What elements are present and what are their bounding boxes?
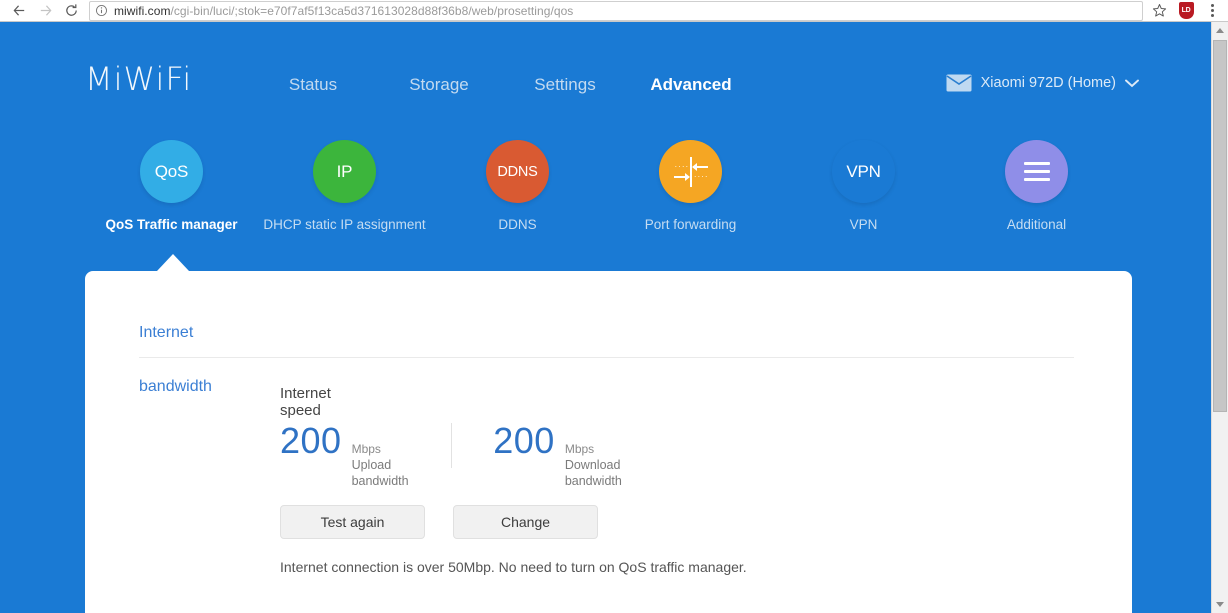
icon-nav-item-additional[interactable]: Additional [950, 140, 1123, 232]
envelope-icon[interactable] [946, 74, 972, 92]
back-arrow-icon [13, 5, 25, 16]
icon-nav-label-additional: Additional [1006, 217, 1067, 232]
account-menu[interactable]: Xiaomi 972D (Home) [946, 74, 1139, 92]
url-path: /cgi-bin/luci/;stok=e70f7af5f13ca5d37161… [170, 3, 574, 18]
download-bandwidth-units: Mbps Download bandwidth [565, 440, 622, 489]
section-divider [139, 357, 1074, 358]
reload-button[interactable] [59, 1, 84, 21]
port-forward-dots: ···· [674, 161, 690, 171]
menu-dot [1210, 4, 1214, 7]
vpn-badge-label: VPN [846, 161, 881, 181]
miwifi-page: MiWiFi Status Storage Settings Advanced … [0, 22, 1211, 613]
icon-nav-item-qos[interactable]: QoS QoS Traffic manager [85, 140, 258, 232]
hamburger-icon [1023, 162, 1050, 181]
hamburger-line [1023, 178, 1050, 181]
nav-item-advanced[interactable]: Advanced [628, 75, 754, 95]
download-bandwidth-value: 200 [493, 420, 555, 461]
forward-button[interactable] [33, 1, 58, 21]
miwifi-logo[interactable]: MiWiFi [85, 60, 192, 98]
nav-item-storage[interactable]: Storage [376, 75, 502, 95]
nav-item-status[interactable]: Status [250, 75, 376, 95]
browser-toolbar: miwifi.com/cgi-bin/luci/;stok=e70f7af5f1… [0, 0, 1228, 22]
reload-icon [66, 4, 77, 16]
icon-nav-item-port-forwarding[interactable]: ···· ···· Port forwarding [604, 140, 777, 232]
menu-dot [1210, 14, 1214, 17]
main-navigation: Status Storage Settings Advanced [250, 75, 754, 95]
internet-speed-heading: Internet speed [280, 385, 331, 419]
side-label-bandwidth: bandwidth [139, 378, 212, 395]
hamburger-line [1023, 170, 1050, 173]
port-forward-bar [689, 156, 692, 187]
icon-nav-label-vpn: VPN [849, 217, 878, 232]
upload-unit: Mbps [351, 442, 381, 456]
scrollbar-up-button[interactable] [1212, 22, 1228, 39]
advanced-icon-nav: QoS QoS Traffic manager IP DHCP static I… [0, 140, 1135, 232]
menu-dot [1210, 9, 1214, 12]
nav-item-settings[interactable]: Settings [502, 75, 628, 95]
account-name: Xiaomi 972D (Home) [980, 75, 1116, 91]
connection-note: Internet connection is over 50Mbp. No ne… [280, 559, 747, 575]
scroll-down-arrow-icon [1216, 602, 1224, 607]
download-caption: Download bandwidth [564, 458, 622, 488]
icon-nav-label-dhcp: DHCP static IP assignment [263, 217, 426, 232]
qos-badge-icon: QoS [140, 140, 203, 203]
icon-nav-item-dhcp[interactable]: IP DHCP static IP assignment [258, 140, 431, 232]
speed-action-buttons: Test again Change [280, 505, 598, 539]
qos-badge-label: QoS [154, 161, 189, 181]
hamburger-line [1023, 162, 1050, 165]
bandwidth-stats: 200 Mbps Upload bandwidth 200 Mbps Downl… [280, 423, 622, 489]
site-header: MiWiFi Status Storage Settings Advanced … [0, 22, 1211, 122]
panel-pointer-notch [157, 254, 189, 271]
page-info-icon[interactable] [95, 4, 108, 17]
star-icon [1152, 4, 1166, 17]
bookmark-button[interactable] [1147, 1, 1171, 21]
url-text: miwifi.com/cgi-bin/luci/;stok=e70f7af5f1… [114, 4, 573, 18]
icon-nav-label-port-forwarding: Port forwarding [644, 217, 737, 232]
upload-caption: Upload bandwidth [351, 458, 409, 488]
vpn-badge-icon: VPN [832, 140, 895, 203]
ip-badge-icon: IP [313, 140, 376, 203]
port-forwarding-icon: ···· ···· [659, 140, 722, 203]
upload-bandwidth-stat: 200 Mbps Upload bandwidth [280, 423, 409, 489]
stats-divider [450, 423, 452, 468]
ddns-badge-label: DDNS [497, 163, 538, 180]
additional-icon [1005, 140, 1068, 203]
extension-button[interactable]: LD [1173, 1, 1199, 21]
download-bandwidth-stat: 200 Mbps Download bandwidth [493, 423, 622, 489]
port-forward-dots: ···· [693, 171, 709, 181]
scrollbar-thumb[interactable] [1213, 40, 1227, 412]
page-scrollbar[interactable] [1211, 22, 1228, 613]
icon-nav-label-qos: QoS Traffic manager [105, 217, 238, 232]
scroll-up-arrow-icon [1216, 28, 1224, 33]
url-host: miwifi.com [114, 3, 171, 18]
icon-nav-item-vpn[interactable]: VPN VPN [777, 140, 950, 233]
address-bar[interactable]: miwifi.com/cgi-bin/luci/;stok=e70f7af5f1… [89, 0, 1143, 21]
browser-nav-buttons [0, 1, 84, 21]
upload-bandwidth-value: 200 [280, 420, 342, 461]
port-forward-glyph: ···· ···· [673, 156, 709, 187]
qos-settings-panel: Internet bandwidth Bandwidth limit Inter… [85, 271, 1132, 613]
icon-nav-label-ddns: DDNS [498, 217, 537, 232]
download-unit: Mbps [564, 442, 595, 456]
chevron-down-icon[interactable] [1125, 79, 1139, 88]
forward-arrow-icon [40, 5, 52, 16]
scrollbar-down-button[interactable] [1212, 596, 1228, 613]
section-title-internet: Internet [139, 324, 194, 341]
ddns-badge-icon: DDNS [486, 140, 549, 203]
upload-bandwidth-units: Mbps Upload bandwidth [352, 440, 409, 489]
extension-badge-label: LD [1181, 7, 1191, 14]
chrome-menu-button[interactable] [1201, 1, 1223, 21]
icon-nav-item-ddns[interactable]: DDNS DDNS [431, 140, 604, 232]
port-forward-arrow-left [691, 162, 708, 171]
test-again-button[interactable]: Test again [280, 505, 425, 539]
ip-badge-label: IP [336, 161, 353, 181]
browser-right-actions: LD [1147, 1, 1228, 21]
back-button[interactable] [7, 1, 32, 21]
change-button[interactable]: Change [453, 505, 598, 539]
port-forward-arrow-right [673, 172, 690, 181]
shield-icon: LD [1178, 2, 1194, 19]
